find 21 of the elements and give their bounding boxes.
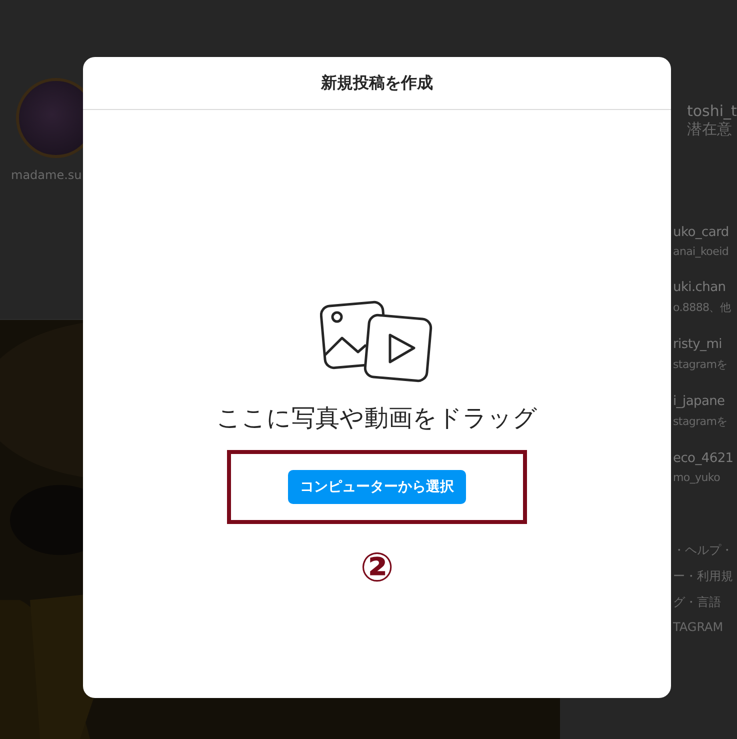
- profile-subtitle: 潜在意: [687, 120, 733, 139]
- suggestion-detail: mo_yuko: [673, 471, 722, 484]
- profile-username[interactable]: toshi_t: [687, 102, 737, 120]
- footer-links: ー・利用規: [673, 568, 734, 585]
- suggestion-username[interactable]: risty_mi: [673, 337, 737, 352]
- suggestion-username[interactable]: uko_card: [673, 225, 737, 240]
- suggestion-detail: anai_koeid: [673, 245, 730, 258]
- suggestion-detail: stagramを: [673, 357, 728, 372]
- suggestion-detail: o.8888、他: [673, 300, 732, 315]
- suggestion-username[interactable]: uki.chan: [673, 280, 737, 295]
- dialog-title: 新規投稿を作成: [83, 57, 671, 110]
- footer-links: ・ヘルプ・: [673, 542, 734, 559]
- footer-links: TAGRAM: [673, 620, 724, 634]
- suggestion-detail: stagramを: [673, 414, 728, 429]
- select-from-computer-button[interactable]: コンピューターから選択: [288, 470, 466, 504]
- suggestion-username[interactable]: i_japane: [673, 394, 737, 409]
- story-username: madame.su: [11, 168, 82, 182]
- drag-prompt: ここに写真や動画をドラッグ: [216, 403, 538, 434]
- step-number: ②: [360, 548, 394, 588]
- suggestion-username[interactable]: eco_4621: [673, 451, 737, 466]
- footer-links: グ・言語: [673, 594, 722, 611]
